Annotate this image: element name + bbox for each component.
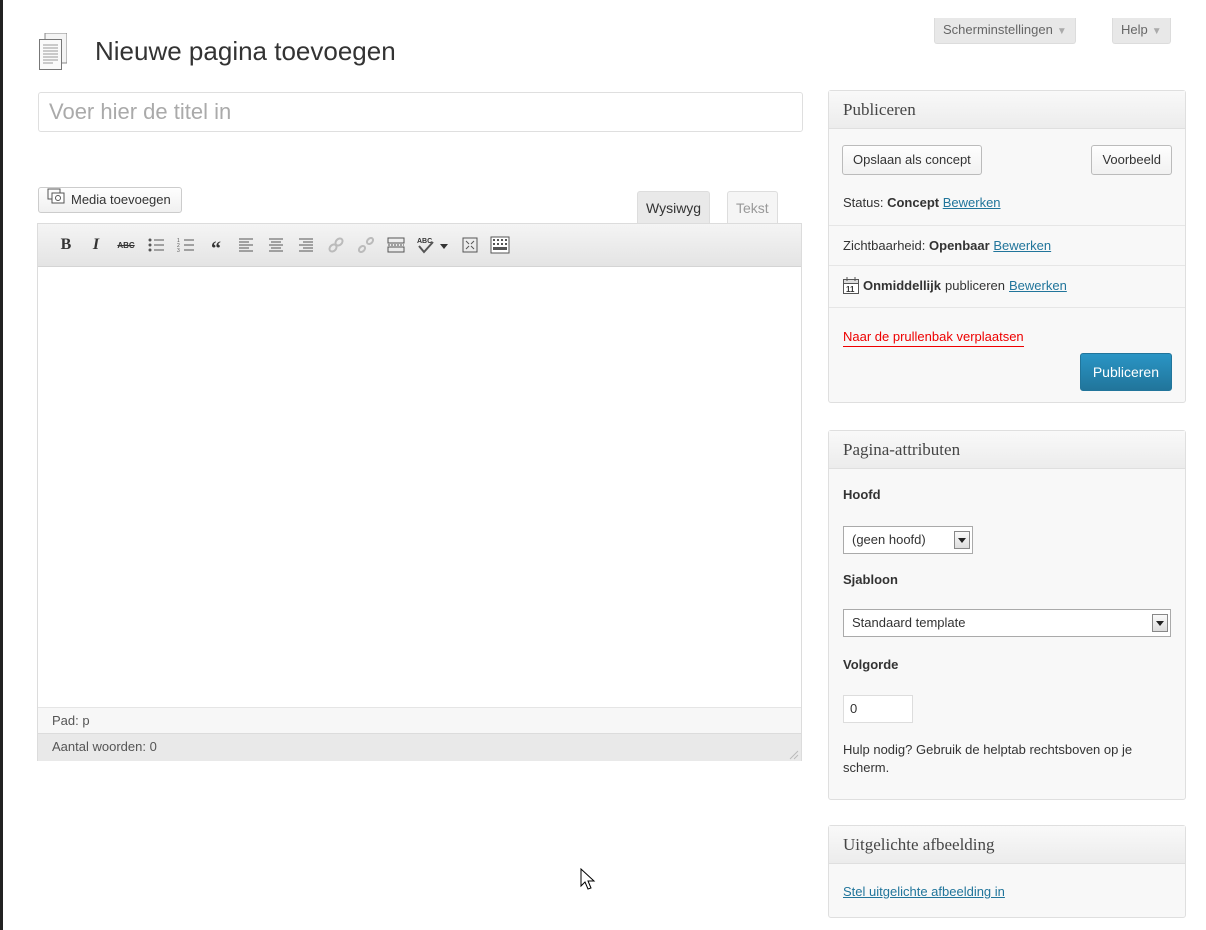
- numbered-list-icon[interactable]: 123: [176, 234, 196, 256]
- divider: [829, 307, 1185, 308]
- link-icon[interactable]: [326, 234, 346, 256]
- featured-image-heading[interactable]: Uitgelichte afbeelding: [829, 826, 1185, 864]
- italic-icon[interactable]: I: [86, 234, 106, 256]
- schedule-edit-link[interactable]: Bewerken: [1009, 266, 1067, 306]
- resize-grip-icon[interactable]: [789, 748, 799, 760]
- publish-box: Publiceren Opslaan als concept Voorbeeld…: [828, 90, 1186, 403]
- help-label: Help: [1121, 22, 1148, 37]
- title-input[interactable]: Voer hier de titel in: [38, 92, 803, 132]
- fullscreen-icon[interactable]: [460, 234, 480, 256]
- visibility-label: Zichtbaarheid:: [843, 238, 926, 253]
- visibility-edit-link[interactable]: Bewerken: [993, 238, 1051, 253]
- calendar-icon: 11: [843, 277, 859, 294]
- dropdown-arrow-icon: [954, 531, 970, 549]
- schedule-rest: publiceren: [945, 277, 1006, 293]
- visibility-row: Zichtbaarheid: Openbaar Bewerken: [829, 225, 1185, 265]
- parent-label: Hoofd: [843, 487, 881, 502]
- editor-path: Pad: p: [38, 707, 801, 733]
- template-label: Sjabloon: [843, 572, 898, 587]
- mouse-cursor-icon: [580, 867, 596, 895]
- parent-select[interactable]: (geen hoofd): [843, 526, 973, 554]
- add-media-label: Media toevoegen: [71, 192, 171, 207]
- align-left-icon[interactable]: [236, 234, 256, 256]
- align-right-icon[interactable]: [296, 234, 316, 256]
- bold-icon[interactable]: B: [56, 234, 76, 256]
- blockquote-icon[interactable]: “: [206, 234, 226, 259]
- preview-button[interactable]: Voorbeeld: [1091, 145, 1172, 175]
- svg-text:11: 11: [846, 285, 855, 294]
- template-select-value: Standaard template: [852, 615, 966, 630]
- unlink-icon[interactable]: [356, 234, 376, 256]
- kitchen-sink-icon[interactable]: [490, 234, 510, 256]
- page-title: Nieuwe pagina toevoegen: [95, 36, 396, 66]
- dropdown-arrow-icon: [1152, 614, 1168, 632]
- publish-heading[interactable]: Publiceren: [829, 91, 1185, 129]
- move-to-trash-link[interactable]: Naar de prullenbak verplaatsen: [843, 329, 1024, 347]
- svg-text:3: 3: [177, 248, 180, 253]
- featured-image-box: Uitgelichte afbeelding Stel uitgelichte …: [828, 825, 1186, 918]
- set-featured-image-link[interactable]: Stel uitgelichte afbeelding in: [843, 884, 1005, 899]
- order-input[interactable]: 0: [843, 695, 913, 723]
- status-edit-link[interactable]: Bewerken: [943, 195, 1001, 210]
- caret-down-icon: ▼: [1151, 26, 1162, 37]
- word-count: Aantal woorden: 0: [38, 733, 801, 761]
- caret-down-icon: ▼: [1056, 26, 1067, 37]
- bullet-list-icon[interactable]: [146, 234, 166, 256]
- svg-text:ABC: ABC: [417, 238, 432, 245]
- visibility-value: Openbaar: [929, 238, 990, 253]
- align-center-icon[interactable]: [266, 234, 286, 256]
- tab-tekst[interactable]: Tekst: [727, 191, 778, 223]
- spellcheck-icon[interactable]: ABC: [416, 234, 450, 256]
- help-text: Hulp nodig? Gebruik de helptab rechtsbov…: [843, 742, 1133, 775]
- parent-select-value: (geen hoofd): [852, 532, 926, 547]
- status-label: Status:: [843, 195, 884, 210]
- more-tag-icon[interactable]: [386, 234, 406, 256]
- screen-options-label: Scherminstellingen: [943, 22, 1053, 37]
- status-value: Concept: [887, 195, 940, 210]
- schedule-bold: Onmiddellijk: [863, 277, 942, 293]
- help-tab[interactable]: Help ▼: [1112, 18, 1171, 44]
- strikethrough-icon[interactable]: ABC: [116, 234, 136, 256]
- editor-toolbar: B I ABC 123 “ ABC: [38, 224, 801, 267]
- save-draft-button[interactable]: Opslaan als concept: [842, 145, 982, 175]
- status-row: Status: Concept Bewerken: [829, 183, 1185, 223]
- page-attributes-box: Pagina-attributen Hoofd (geen hoofd) Sja…: [828, 430, 1186, 800]
- tab-wysiwyg[interactable]: Wysiwyg: [637, 191, 711, 224]
- page-icon: [39, 32, 68, 71]
- publish-button[interactable]: Publiceren: [1079, 353, 1172, 391]
- template-select[interactable]: Standaard template: [843, 609, 1171, 637]
- page-attributes-heading[interactable]: Pagina-attributen: [829, 431, 1185, 469]
- add-media-button[interactable]: Media toevoegen: [38, 187, 182, 213]
- media-icon: [47, 188, 65, 212]
- screen-options-tab[interactable]: Scherminstellingen ▼: [934, 18, 1076, 44]
- schedule-row: 11 Onmiddellijk publiceren Bewerken: [829, 265, 1185, 305]
- window-left-edge: [0, 0, 3, 930]
- order-label: Volgorde: [843, 657, 899, 672]
- content-editor[interactable]: B I ABC 123 “ ABC Pad: p Aantal woorden:…: [37, 223, 802, 761]
